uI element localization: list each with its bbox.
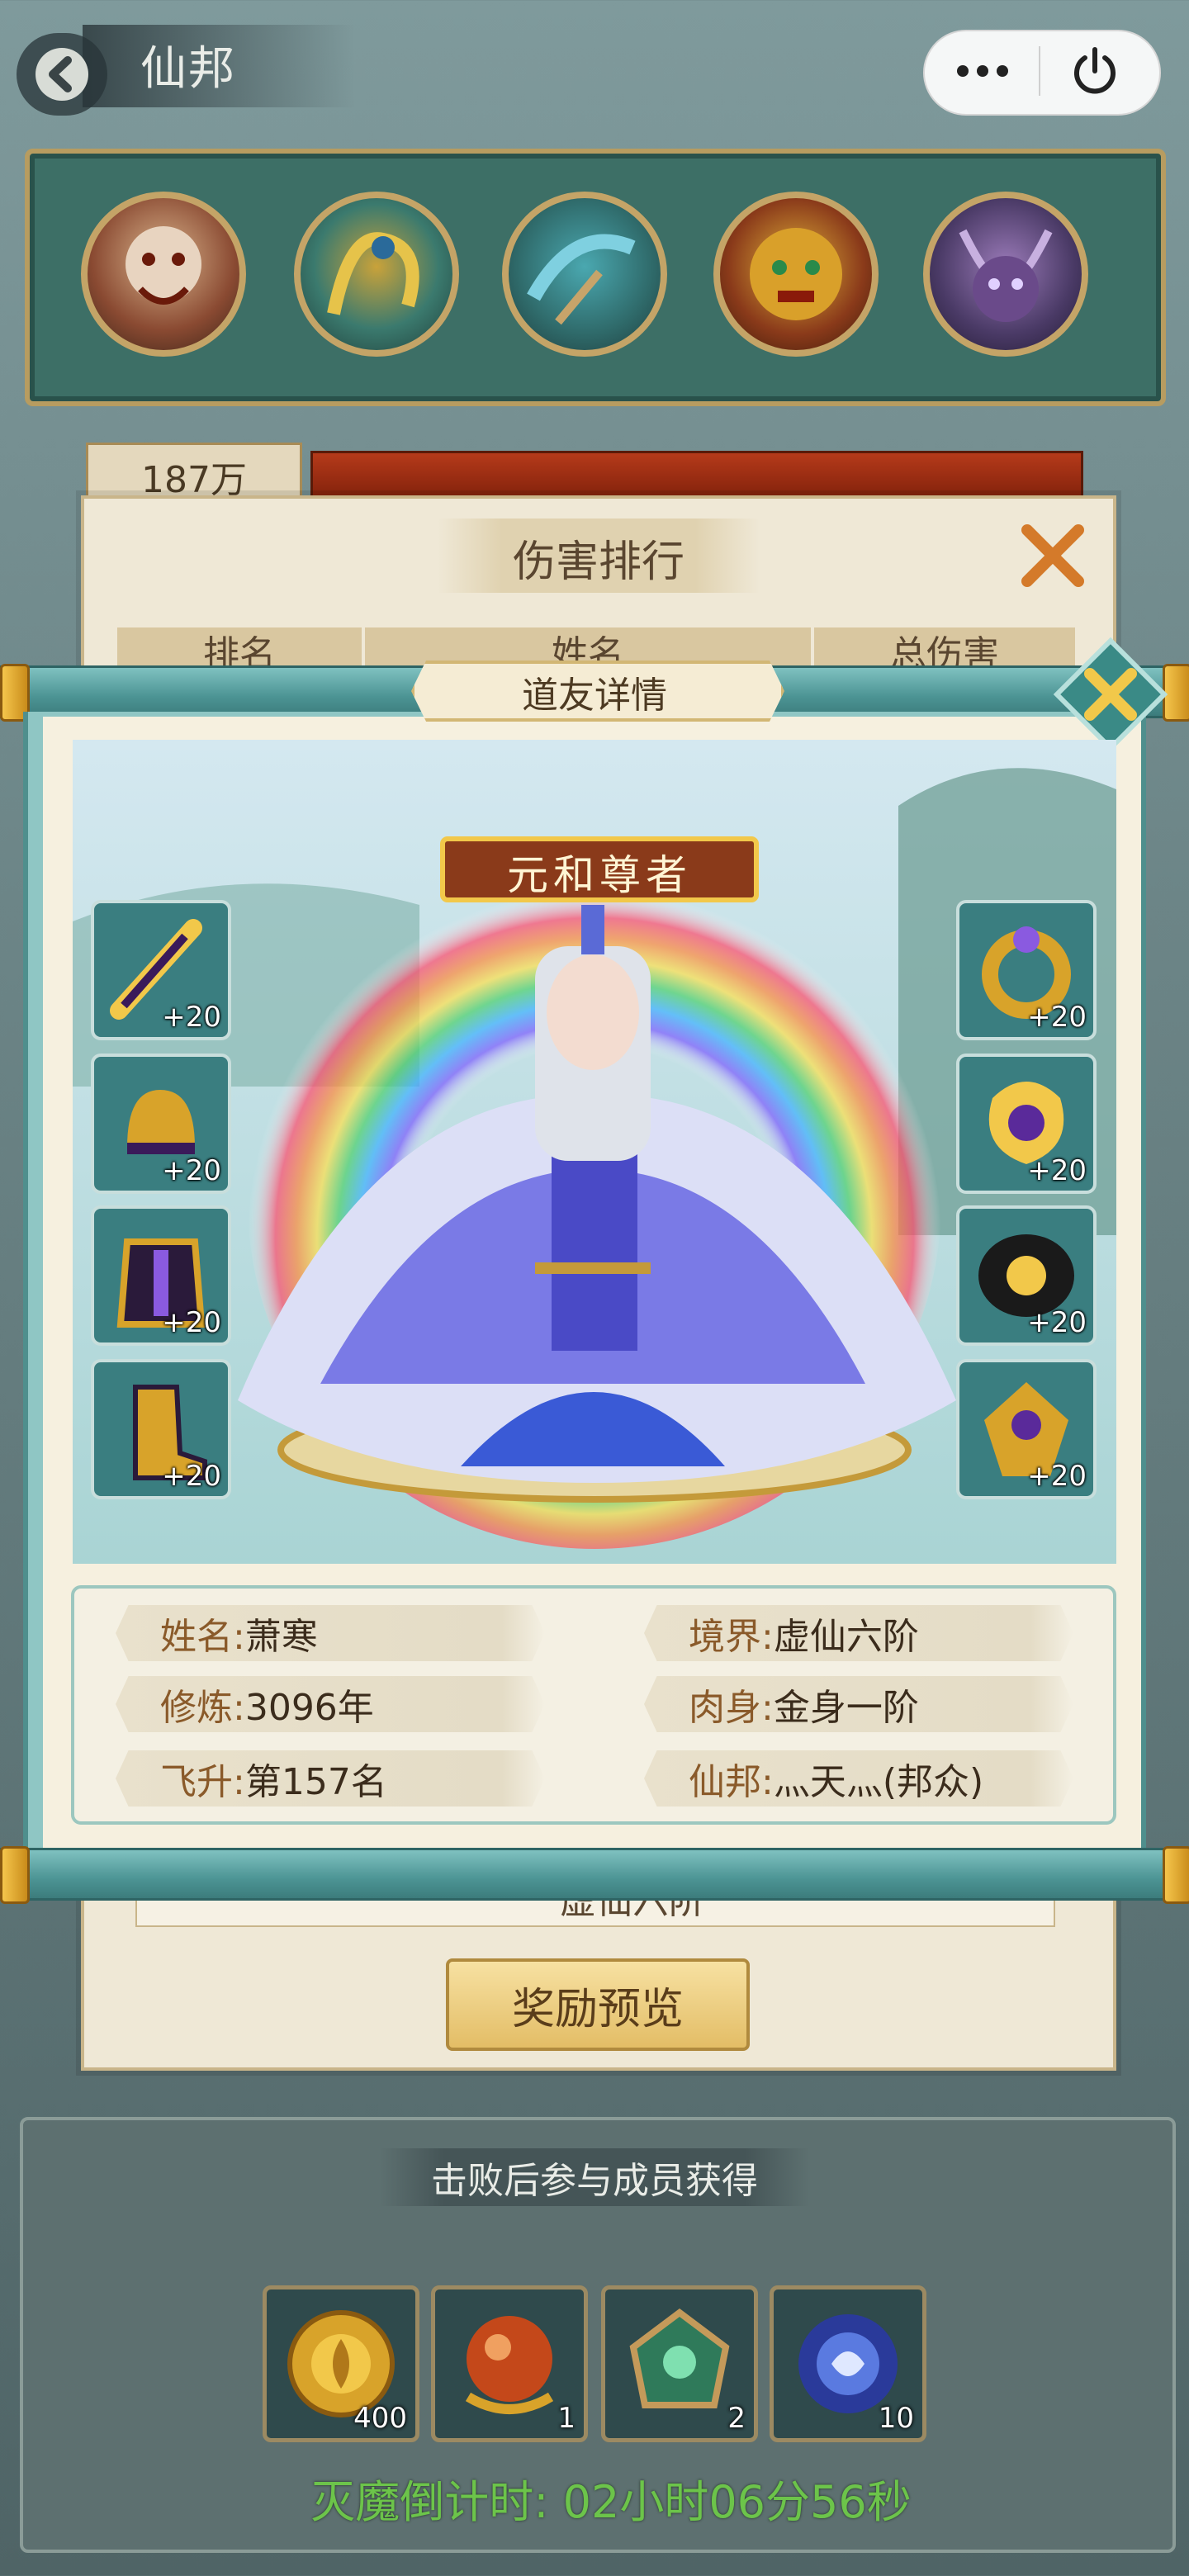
- demon-face-icon: [959, 229, 1053, 322]
- hero-title: 元和尊者: [507, 851, 692, 899]
- info-name: 姓名: 萧寒: [116, 1605, 545, 1661]
- defeat-rewards-label: 击败后参与成员获得: [380, 2148, 809, 2206]
- equip-slot-boots[interactable]: +20: [91, 1359, 231, 1499]
- lion-face-icon: [750, 228, 842, 320]
- equip-slot-bracer[interactable]: +20: [956, 1205, 1097, 1346]
- ranking-close-button[interactable]: [1016, 519, 1090, 593]
- boss-avatar-purple-demon[interactable]: [923, 192, 1088, 357]
- reward-preview-button[interactable]: 奖励预览: [446, 1958, 750, 2051]
- beast-face-icon: [126, 226, 201, 305]
- info-sect: 仙邦: 灬天灬(邦众): [644, 1750, 1073, 1807]
- hero-title-banner: 元和尊者: [434, 832, 765, 907]
- page-title: 仙邦: [140, 42, 236, 96]
- close-icon: [1053, 637, 1168, 752]
- close-icon: [1021, 524, 1084, 587]
- boss-avatar-ape[interactable]: [81, 192, 246, 357]
- dragon-icon: [327, 232, 419, 315]
- modal-title: 道友详情: [522, 675, 667, 717]
- info-cultivation: 修炼: 3096年: [116, 1676, 545, 1732]
- reward-item[interactable]: 2: [601, 2285, 758, 2442]
- back-arrow-icon: [36, 48, 88, 101]
- capsule-divider: [1039, 46, 1040, 96]
- modal-close-button[interactable]: [1049, 632, 1172, 756]
- equip-slot-weapon[interactable]: +20: [91, 900, 231, 1040]
- demon-countdown: 灭魔倒计时: 02小时06分56秒: [310, 2476, 912, 2528]
- more-menu-button[interactable]: [951, 54, 1017, 91]
- close-program-button[interactable]: [1068, 45, 1121, 101]
- more-dots-icon: [957, 65, 1008, 77]
- ranking-panel-title: 伤害排行: [512, 537, 685, 587]
- boss-avatar-golden-dragon[interactable]: [294, 192, 459, 357]
- reward-item[interactable]: 10: [770, 2285, 926, 2442]
- info-body: 肉身: 金身一阶: [644, 1676, 1073, 1732]
- reward-item[interactable]: 1: [431, 2285, 588, 2442]
- boss-avatar-lion-beast[interactable]: [713, 192, 879, 357]
- scroll-knob-left-bottom: [0, 1846, 30, 1904]
- power-icon: [1074, 47, 1116, 94]
- scroll-knob-right-bottom: [1163, 1846, 1189, 1904]
- info-ascend: 飞升: 第157名: [116, 1750, 545, 1807]
- equip-slot-helmet[interactable]: +20: [91, 1054, 231, 1194]
- scroll-bottom-roll: [0, 1848, 1189, 1901]
- info-realm: 境界: 虚仙六阶: [644, 1605, 1073, 1661]
- back-button[interactable]: [17, 33, 107, 116]
- reward-item[interactable]: 400: [263, 2285, 419, 2442]
- equip-slot-pendant[interactable]: +20: [956, 1359, 1097, 1499]
- dragon-icon: [527, 234, 636, 325]
- equip-slot-armor[interactable]: +20: [91, 1205, 231, 1346]
- boss-avatar-azure-dragon[interactable]: [502, 192, 667, 357]
- equip-slot-ring[interactable]: +20: [956, 900, 1097, 1040]
- equip-slot-amulet[interactable]: +20: [956, 1054, 1097, 1194]
